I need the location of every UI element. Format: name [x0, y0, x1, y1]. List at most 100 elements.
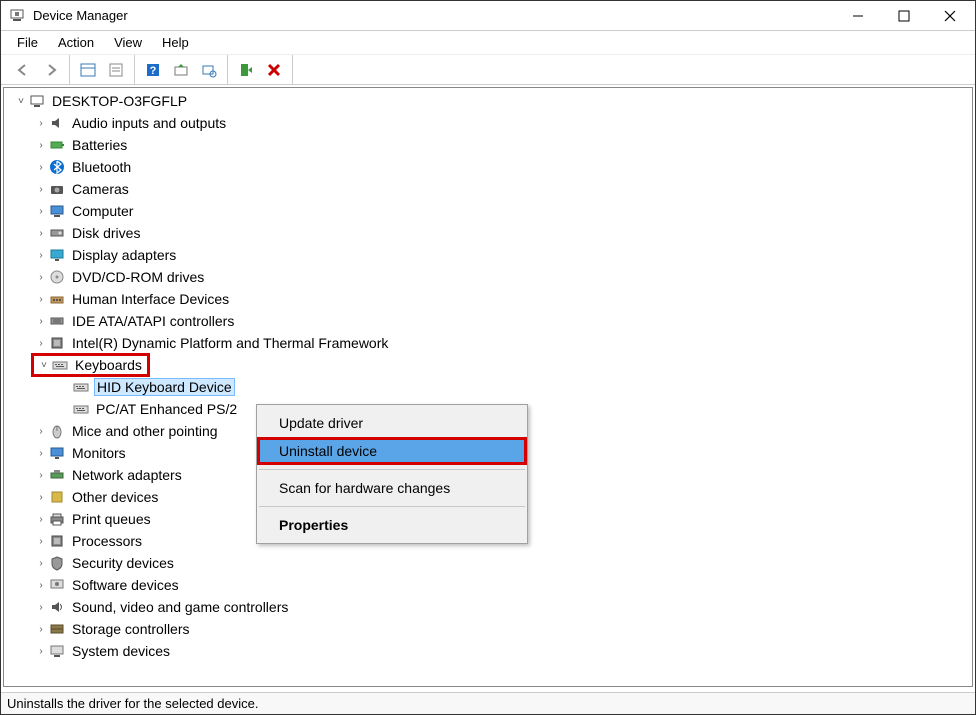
tree-item-system[interactable]: › System devices: [14, 640, 972, 662]
tree-item-label: DVD/CD-ROM drives: [70, 269, 206, 285]
keyboard-icon: [51, 356, 69, 374]
app-icon: [9, 7, 27, 25]
expand-icon[interactable]: ›: [34, 272, 48, 283]
expand-icon[interactable]: ›: [34, 602, 48, 613]
tree-item-label: Human Interface Devices: [70, 291, 231, 307]
ide-icon: [48, 312, 66, 330]
statusbar: Uninstalls the driver for the selected d…: [1, 692, 975, 714]
tree-item-cameras[interactable]: › Cameras: [14, 178, 972, 200]
expand-icon[interactable]: ›: [34, 294, 48, 305]
keyboard-icon: [72, 378, 90, 396]
menu-action[interactable]: Action: [48, 33, 104, 52]
menu-separator: [259, 469, 525, 470]
menu-update-driver[interactable]: Update driver: [257, 409, 527, 437]
device-tree-pane[interactable]: ˅ DESKTOP-O3FGFLP ›Audio inputs and outp…: [3, 87, 973, 687]
menu-separator: [259, 506, 525, 507]
forward-button[interactable]: [38, 58, 64, 82]
tree-item-hid-keyboard[interactable]: HID Keyboard Device: [14, 376, 972, 398]
tree-item-label: Processors: [70, 533, 144, 549]
tree-item-label: Monitors: [70, 445, 128, 461]
menu-view[interactable]: View: [104, 33, 152, 52]
tree-item-software[interactable]: ›Software devices: [14, 574, 972, 596]
tree-item-label: Cameras: [70, 181, 131, 197]
expand-icon[interactable]: ›: [34, 316, 48, 327]
tree-item-label: System devices: [70, 643, 172, 659]
other-icon: [48, 488, 66, 506]
minimize-button[interactable]: [835, 1, 881, 31]
tree-item-sound[interactable]: ›Sound, video and game controllers: [14, 596, 972, 618]
expand-icon[interactable]: ›: [34, 140, 48, 151]
tree-root[interactable]: ˅ DESKTOP-O3FGFLP: [14, 90, 972, 112]
expand-icon[interactable]: ›: [34, 118, 48, 129]
expand-icon[interactable]: ›: [34, 448, 48, 459]
titlebar: Device Manager: [1, 1, 975, 31]
svg-text:?: ?: [150, 65, 157, 77]
tree-item-label: Security devices: [70, 555, 176, 571]
maximize-button[interactable]: [881, 1, 927, 31]
expand-icon[interactable]: ›: [34, 580, 48, 591]
expand-icon[interactable]: ›: [34, 228, 48, 239]
tree-item-label: Storage controllers: [70, 621, 192, 637]
expand-icon[interactable]: ›: [34, 206, 48, 217]
menu-help[interactable]: Help: [152, 33, 199, 52]
close-button[interactable]: [927, 1, 973, 31]
expand-icon[interactable]: ›: [34, 624, 48, 635]
tree-item-label: Network adapters: [70, 467, 184, 483]
tree-item-label: Bluetooth: [70, 159, 133, 175]
help-icon[interactable]: ?: [140, 58, 166, 82]
properties-icon[interactable]: [103, 58, 129, 82]
expand-icon[interactable]: ›: [34, 536, 48, 547]
tree-item-intel[interactable]: ›Intel(R) Dynamic Platform and Thermal F…: [14, 332, 972, 354]
tree-item-storage[interactable]: › Storage controllers: [14, 618, 972, 640]
expand-icon[interactable]: ›: [34, 470, 48, 481]
tree-item-audio[interactable]: ›Audio inputs and outputs: [14, 112, 972, 134]
expand-icon[interactable]: ›: [34, 514, 48, 525]
menubar: File Action View Help: [1, 31, 975, 55]
expand-icon[interactable]: ›: [34, 426, 48, 437]
expand-icon[interactable]: ›: [34, 250, 48, 261]
menu-file[interactable]: File: [7, 33, 48, 52]
collapse-icon[interactable]: ˅: [14, 96, 28, 107]
hid-icon: [48, 290, 66, 308]
menu-scan-hardware[interactable]: Scan for hardware changes: [257, 474, 527, 502]
expand-icon[interactable]: ›: [34, 492, 48, 503]
toolbar: ?: [1, 55, 975, 85]
tree-item-label: Computer: [70, 203, 135, 219]
tree-item-hid[interactable]: › Human Interface Devices: [14, 288, 972, 310]
bluetooth-icon: [48, 158, 66, 176]
tree-item-dvd[interactable]: › DVD/CD-ROM drives: [14, 266, 972, 288]
menu-uninstall-device[interactable]: Uninstall device: [257, 437, 527, 465]
expand-icon[interactable]: ›: [34, 184, 48, 195]
show-hide-console-icon[interactable]: [75, 58, 101, 82]
enable-device-icon[interactable]: [233, 58, 259, 82]
tree-item-batteries[interactable]: ›Batteries: [14, 134, 972, 156]
collapse-icon[interactable]: ˅: [37, 360, 51, 371]
tree-item-label: Disk drives: [70, 225, 142, 241]
tree-item-label: Keyboards: [73, 357, 144, 373]
scan-hardware-icon[interactable]: [196, 58, 222, 82]
tree-item-ide[interactable]: ›IDE ATA/ATAPI controllers: [14, 310, 972, 332]
dvd-icon: [48, 268, 66, 286]
tree-item-keyboards[interactable]: ˅ Keyboards: [14, 354, 972, 376]
cpu-icon: [48, 532, 66, 550]
tree-item-display[interactable]: ›Display adapters: [14, 244, 972, 266]
tree-item-security[interactable]: › Security devices: [14, 552, 972, 574]
monitor-icon: [48, 444, 66, 462]
security-icon: [48, 554, 66, 572]
pc-icon: [48, 202, 66, 220]
tree-item-label: Other devices: [70, 489, 160, 505]
expand-icon[interactable]: ›: [34, 646, 48, 657]
tree-item-disk[interactable]: › Disk drives: [14, 222, 972, 244]
tree-item-bluetooth[interactable]: › Bluetooth: [14, 156, 972, 178]
update-driver-icon[interactable]: [168, 58, 194, 82]
expand-icon[interactable]: ›: [34, 558, 48, 569]
menu-properties[interactable]: Properties: [257, 511, 527, 539]
tree-item-computer[interactable]: › Computer: [14, 200, 972, 222]
uninstall-device-icon[interactable]: [261, 58, 287, 82]
software-icon: [48, 576, 66, 594]
back-button[interactable]: [10, 58, 36, 82]
system-icon: [48, 642, 66, 660]
expand-icon[interactable]: ›: [34, 338, 48, 349]
speaker-icon: [48, 598, 66, 616]
expand-icon[interactable]: ›: [34, 162, 48, 173]
